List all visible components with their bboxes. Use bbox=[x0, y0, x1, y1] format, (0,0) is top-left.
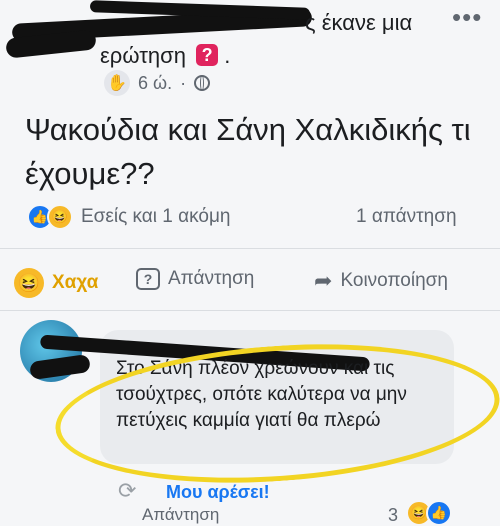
answer-button-label: Απάντηση bbox=[168, 268, 255, 289]
globe-icon bbox=[194, 75, 211, 91]
comment-reactions[interactable]: 😆 👍 bbox=[406, 500, 452, 526]
reaction-summary[interactable]: 👍 😆 Εσείς και 1 ακόμη bbox=[27, 204, 230, 230]
header-dot: . bbox=[224, 43, 231, 68]
divider bbox=[0, 248, 500, 249]
question-line: ερώτηση ? . bbox=[100, 41, 230, 71]
question-word: ερώτηση bbox=[100, 43, 186, 68]
answer-link[interactable]: Απάντηση bbox=[142, 505, 219, 525]
haha-reaction-icon: 😆 bbox=[47, 204, 73, 230]
post-meta: ✋ 6 ώ. · bbox=[104, 70, 211, 96]
reaction-count: 3 bbox=[388, 505, 399, 525]
share-button-label: Κοινοποίηση bbox=[340, 270, 448, 291]
like-reaction-icon: 👍 bbox=[426, 500, 452, 526]
loop-icon: ⟳ bbox=[118, 478, 137, 503]
post-time[interactable]: 6 ώ. bbox=[138, 73, 172, 94]
more-options-icon[interactable]: ••• bbox=[452, 2, 482, 33]
haha-button[interactable]: 😆 Χαχα bbox=[14, 268, 98, 298]
answer-button[interactable]: ? Απάντηση bbox=[136, 268, 254, 290]
post-text: Ψακούδια και Σάνη Χαλκιδικής τι έχουμε?? bbox=[25, 112, 471, 191]
share-icon: ➦ bbox=[314, 268, 333, 293]
share-button[interactable]: ➦ Κοινοποίηση bbox=[314, 268, 448, 294]
haha-button-label: Χαχα bbox=[52, 272, 99, 293]
author-action-text: ς έκανε μια bbox=[305, 10, 413, 35]
divider bbox=[0, 310, 500, 311]
wave-hand-icon: ✋ bbox=[104, 70, 130, 96]
like-link[interactable]: Μου αρέσει! bbox=[166, 482, 270, 503]
action-bar: 😆 Χαχα ? Απάντηση ➦ Κοινοποίηση bbox=[0, 262, 500, 302]
answer-icon: ? bbox=[136, 268, 160, 290]
meta-separator: · bbox=[180, 72, 187, 93]
haha-icon: 😆 bbox=[14, 268, 44, 298]
reaction-summary-text: Εσείς και 1 ακόμη bbox=[81, 206, 231, 227]
reply-count[interactable]: 1 απάντηση bbox=[356, 206, 457, 228]
question-badge-icon: ? bbox=[196, 44, 219, 66]
